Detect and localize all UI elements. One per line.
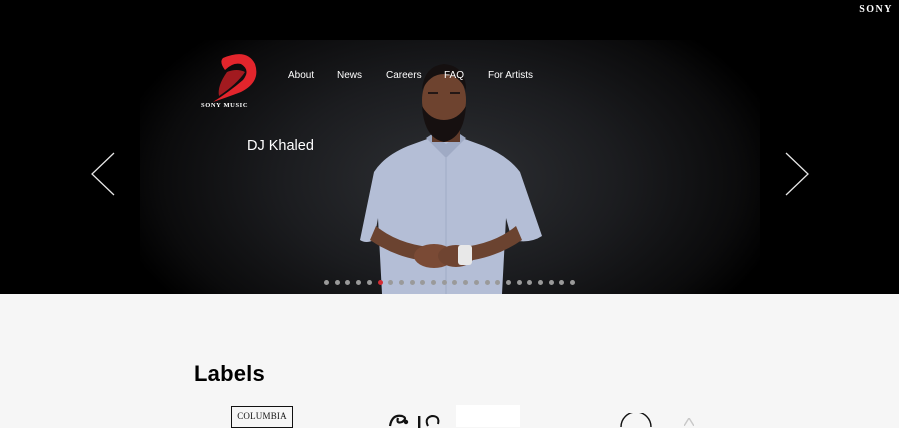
slide-dot[interactable] xyxy=(538,280,543,285)
label-card-blank[interactable] xyxy=(456,405,520,427)
slide-dot[interactable] xyxy=(377,280,383,285)
chevron-left-icon[interactable] xyxy=(90,152,116,196)
nav-about[interactable]: About xyxy=(288,70,314,81)
slide-dot[interactable] xyxy=(324,280,329,285)
brand-name: SONY MUSIC xyxy=(201,102,249,109)
epic-label-logo[interactable] xyxy=(388,412,446,428)
slide-dot[interactable] xyxy=(398,280,404,285)
slide-dot[interactable] xyxy=(484,280,490,285)
slide-dot[interactable] xyxy=(366,280,372,285)
nav-careers[interactable]: Careers xyxy=(386,70,422,81)
sony-logo[interactable]: SONY xyxy=(859,4,893,15)
nav-for-artists[interactable]: For Artists xyxy=(488,70,533,81)
slide-dot[interactable] xyxy=(334,280,340,285)
nav-news[interactable]: News xyxy=(337,70,362,81)
hero-carousel: SONY MUSIC About News Careers FAQ For Ar… xyxy=(0,40,899,294)
nav-faq[interactable]: FAQ xyxy=(444,70,464,81)
slide-dot[interactable] xyxy=(516,280,522,285)
slide-dot[interactable] xyxy=(431,280,436,285)
chevron-right-icon[interactable] xyxy=(784,152,810,196)
slide-dot[interactable] xyxy=(409,280,415,285)
slide-dot[interactable] xyxy=(505,280,511,285)
artist-name: DJ Khaled xyxy=(247,138,314,154)
slide-dot[interactable] xyxy=(441,280,447,285)
top-bar: SONY xyxy=(0,0,899,40)
labels-heading: Labels xyxy=(194,361,265,386)
slide-dot[interactable] xyxy=(473,280,479,285)
slide-dot[interactable] xyxy=(548,280,554,285)
artist-photo xyxy=(360,64,542,294)
